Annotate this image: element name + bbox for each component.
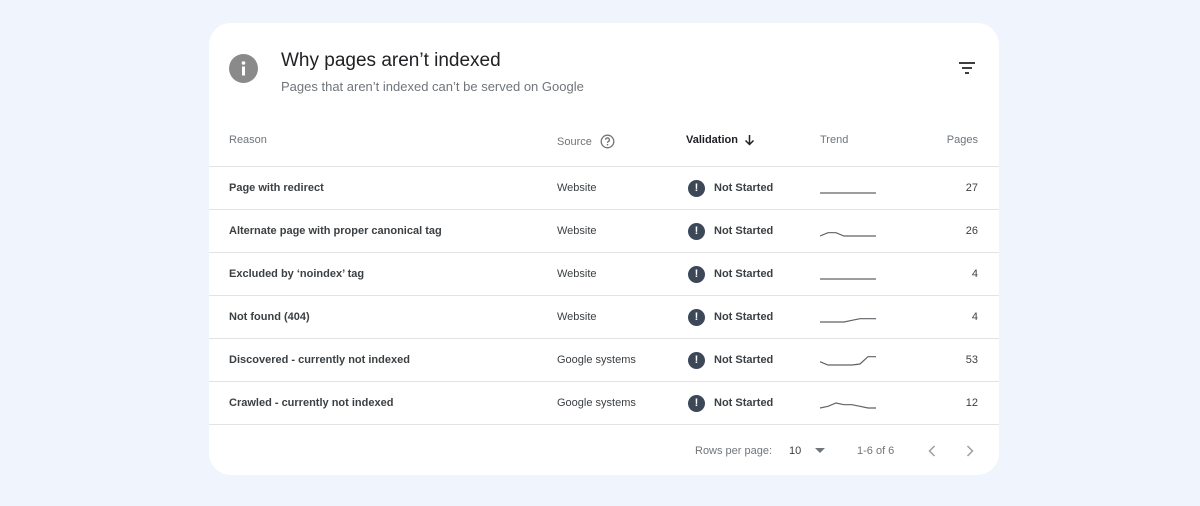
table-row[interactable]: Crawled - currently not indexed Google s… [209,382,999,425]
column-header-trend-label: Trend [820,134,849,146]
pages-cell: 27 [965,182,978,194]
trend-cell [820,296,876,338]
next-page-button[interactable] [960,438,980,464]
previous-page-button[interactable] [922,438,942,464]
column-header-trend[interactable]: Trend [820,134,848,146]
validation-cell: ! Not Started [688,382,773,424]
card-subtitle: Pages that aren’t indexed can’t be serve… [281,79,584,94]
pagination-range: 1-6 of 6 [857,445,895,457]
validation-status: Not Started [714,225,774,237]
column-header-source[interactable]: Source [557,134,615,149]
sort-arrow-down-icon [744,134,755,146]
trend-line [820,318,876,323]
column-header-validation[interactable]: Validation [686,134,755,146]
table-row[interactable]: Excluded by ‘noindex’ tag Website ! Not S… [209,253,999,296]
pages-cell: 12 [965,397,978,409]
pages-cell: 4 [971,311,978,323]
table-row[interactable]: Discovered - currently not indexed Googl… [209,339,999,382]
chevron-right-icon [966,445,974,457]
trend-cell [820,210,876,252]
validation-status: Not Started [714,182,774,194]
source-cell: Website [557,182,597,194]
pages-not-indexed-card: Why pages aren’t indexed Pages that aren… [209,23,999,475]
trend-sparkline [820,318,876,323]
rows-per-page-select[interactable]: 10 [789,438,826,464]
validation-cell: ! Not Started [688,296,773,338]
validation-status: Not Started [714,268,774,280]
column-header-validation-label: Validation [686,134,738,146]
source-cell: Website [557,268,597,280]
warning-icon: ! [688,394,705,412]
rows-per-page-label: Rows per page: [695,445,773,457]
dropdown-arrow-icon [815,448,826,454]
trend-cell [820,253,876,295]
help-icon[interactable] [600,134,615,149]
validation-cell: ! Not Started [688,167,773,209]
trend-cell [820,167,876,209]
validation-status: Not Started [714,397,774,409]
source-cell: Google systems [557,397,636,409]
reason-cell: Excluded by ‘noindex’ tag [229,268,365,280]
trend-line [820,356,876,366]
trend-sparkline [820,402,876,409]
reason-cell: Discovered - currently not indexed [229,354,410,366]
reason-cell: Crawled - currently not indexed [229,397,394,409]
validation-cell: ! Not Started [688,339,773,381]
info-icon [229,54,258,83]
filter-button[interactable] [955,60,979,80]
rows-per-page-value: 10 [789,445,802,457]
column-header-pages-label: Pages [946,134,978,146]
warning-icon: ! [688,179,705,197]
reason-cell: Page with redirect [229,182,324,194]
table-row[interactable]: Not found (404) Website ! Not Started 4 [209,296,999,339]
trend-sparkline [820,192,876,194]
column-header-reason-label: Reason [229,134,267,146]
column-header-source-label: Source [557,135,592,148]
warning-icon: ! [688,222,705,240]
trend-line [820,402,876,409]
trend-sparkline [820,278,876,280]
trend-sparkline [820,232,876,237]
warning-icon: ! [688,308,705,326]
warning-icon: ! [688,265,705,283]
validation-status: Not Started [714,311,774,323]
pages-cell: 53 [965,354,978,366]
trend-line [820,232,876,237]
table-row[interactable]: Page with redirect Website ! Not Started … [209,167,999,210]
chevron-left-icon [928,445,936,457]
table-row[interactable]: Alternate page with proper canonical tag… [209,210,999,253]
source-cell: Website [557,225,597,237]
card-title: Why pages aren’t indexed [281,50,501,71]
pages-cell: 4 [971,268,978,280]
filter-icon [958,61,976,80]
trend-cell [820,339,876,381]
source-cell: Website [557,311,597,323]
warning-icon: ! [688,351,705,369]
trend-sparkline [820,356,876,366]
validation-cell: ! Not Started [688,253,773,295]
column-header-reason[interactable]: Reason [229,134,267,146]
pages-cell: 26 [965,225,978,237]
reason-cell: Alternate page with proper canonical tag [229,225,442,237]
source-cell: Google systems [557,354,636,366]
reason-cell: Not found (404) [229,311,310,323]
trend-cell [820,382,876,424]
column-header-pages[interactable]: Pages [947,134,978,146]
validation-status: Not Started [714,354,774,366]
validation-cell: ! Not Started [688,210,773,252]
